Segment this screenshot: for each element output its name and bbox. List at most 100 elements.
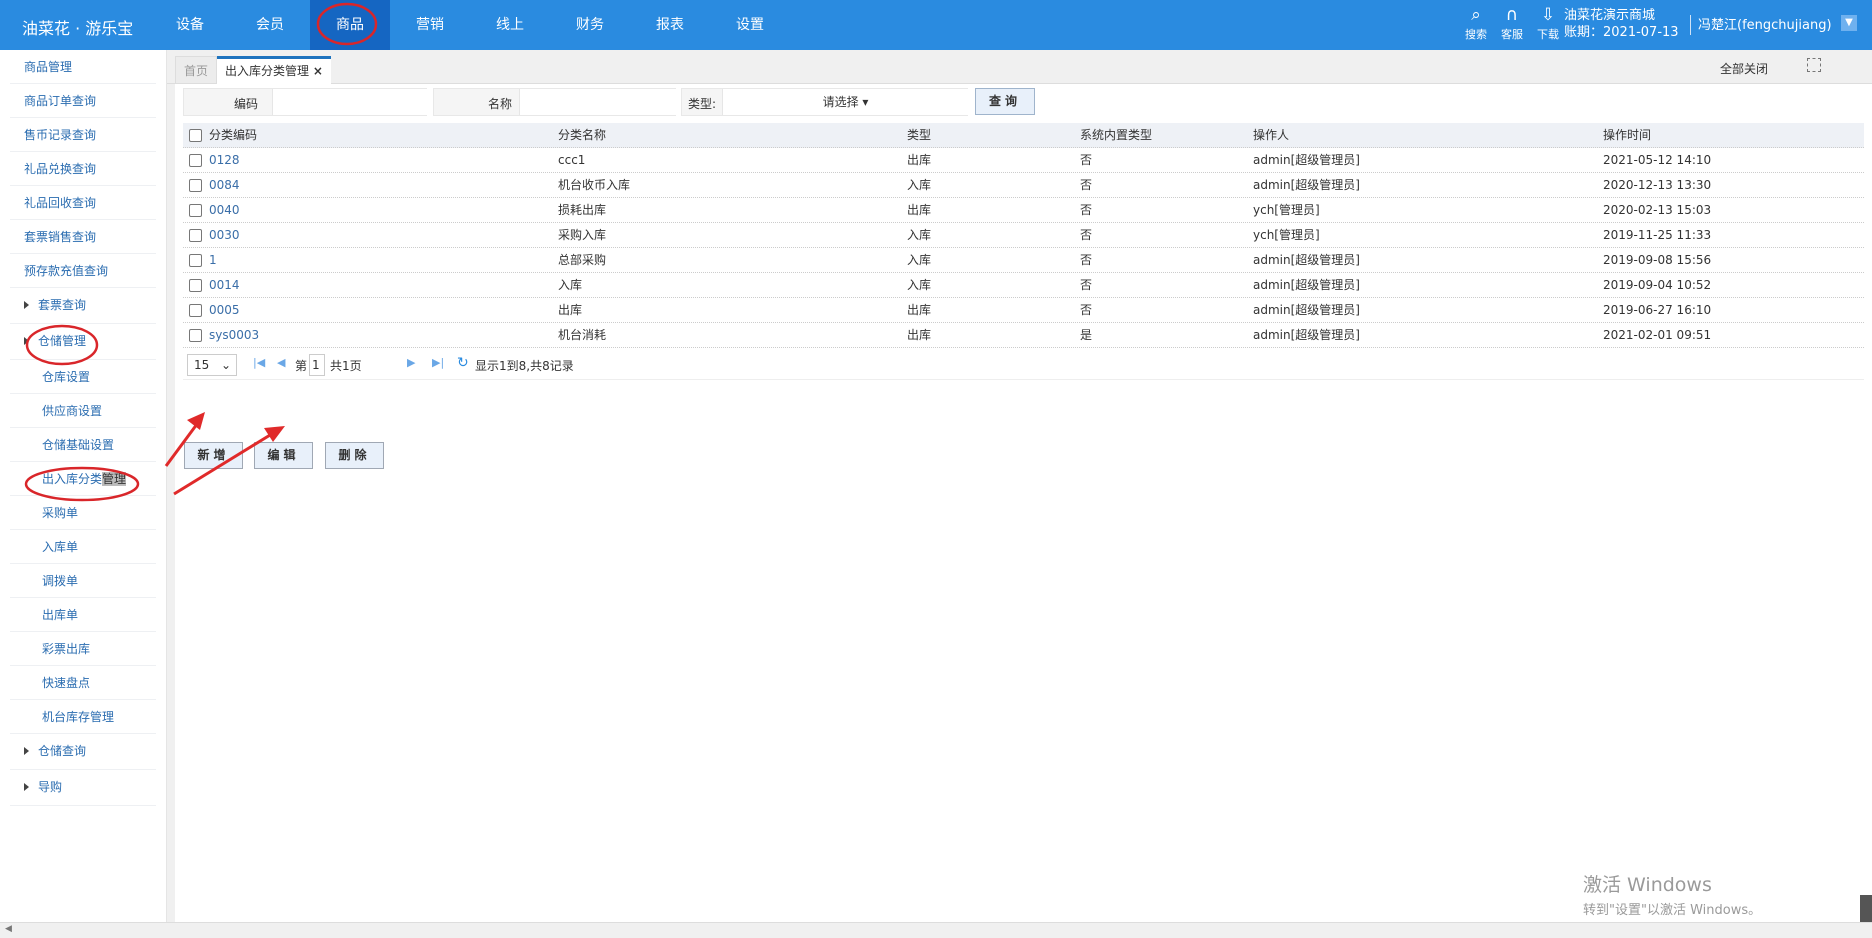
category-table: 分类编码 分类名称 类型 系统内置类型 操作人 操作时间 0128 ccc1 出库否 admin[… [183, 123, 1864, 348]
first-page-icon[interactable]: |◀ [253, 356, 265, 369]
horizontal-scrollbar[interactable]: ◀ [0, 922, 1872, 938]
sidebar-item[interactable]: 导购 [10, 770, 156, 806]
table-cell: 出库 [907, 303, 932, 317]
row-checkbox[interactable] [189, 254, 202, 267]
table-row: 1 总部采购 入库 否 admin[超级管理员] 2019-09-08 15:56 [183, 248, 1864, 273]
sidebar-item[interactable]: 出入库分类管理 [10, 462, 156, 496]
sidebar-item[interactable]: 商品管理 [10, 50, 156, 84]
download-button[interactable]: ⇩ 下载 [1534, 4, 1562, 42]
nav-7[interactable]: 设置 [710, 0, 790, 50]
table-cell: 采购入库 [558, 228, 607, 242]
table-cell: 入库 [558, 278, 583, 292]
nav-3[interactable]: 营销 [390, 0, 470, 50]
table-cell[interactable]: 0005 [209, 298, 240, 323]
name-input[interactable] [519, 89, 676, 115]
divider [1690, 15, 1691, 35]
row-checkbox[interactable] [189, 179, 202, 192]
chevron-down-icon[interactable]: ▼ [1841, 15, 1857, 31]
sidebar-item[interactable]: 机台库存管理 [10, 700, 156, 734]
fullscreen-icon[interactable] [1807, 58, 1821, 72]
sidebar-item[interactable]: 供应商设置 [10, 394, 156, 428]
download-icon: ⇩ [1540, 5, 1556, 25]
nav-2[interactable]: 商品 [310, 0, 390, 50]
close-icon[interactable]: × [313, 64, 323, 78]
page-input[interactable]: 1 [309, 354, 325, 376]
support-button[interactable]: ∩ 客服 [1498, 4, 1526, 42]
table-cell[interactable]: 0040 [209, 198, 240, 223]
code-input[interactable] [272, 89, 427, 115]
table-cell[interactable]: 1 [209, 248, 217, 273]
page-size-select[interactable]: 15 ⌄ [187, 354, 237, 376]
table-cell: admin[超级管理员] [1253, 278, 1360, 292]
add-button[interactable]: 新增 [184, 442, 243, 469]
query-button[interactable]: 查询 [975, 88, 1035, 115]
row-checkbox[interactable] [189, 229, 202, 242]
type-select[interactable]: 请选择 ▾ [722, 89, 968, 115]
tab-current[interactable]: 出入库分类管理 × [217, 56, 331, 84]
sidebar-item[interactable]: 调拨单 [10, 564, 156, 598]
sidebar-item[interactable]: 仓库设置 [10, 360, 156, 394]
nav-1[interactable]: 会员 [230, 0, 310, 50]
sidebar-item[interactable]: 采购单 [10, 496, 156, 530]
nav-6[interactable]: 报表 [630, 0, 710, 50]
next-page-icon[interactable]: ▶ [407, 356, 415, 369]
edit-button[interactable]: 编辑 [254, 442, 313, 469]
table-cell[interactable]: sys0003 [209, 323, 259, 348]
sidebar-item-label: 售币记录查询 [24, 128, 97, 142]
table-cell: 2020-12-13 13:30 [1603, 178, 1712, 192]
tab-home[interactable]: 首页 [175, 56, 218, 84]
prev-page-icon[interactable]: ◀ [277, 356, 285, 369]
delete-button[interactable]: 删除 [325, 442, 384, 469]
sidebar-item-label: 商品管理 [24, 60, 73, 74]
user-name[interactable]: 冯楚江(fengchujiang) [1698, 14, 1832, 33]
table-cell[interactable]: 0084 [209, 173, 240, 198]
content-panel: 编码 名称 类型: 请选择 ▾ 查询 分类编码 分类名称 类型 系统内置类型 操作人 操作时… [175, 84, 1872, 922]
sidebar-item[interactable]: 套票查询 [10, 288, 156, 324]
table-cell[interactable]: 0030 [209, 223, 240, 248]
sidebar-item[interactable]: 仓储基础设置 [10, 428, 156, 462]
sidebar-item[interactable]: 入库单 [10, 530, 156, 564]
table-cell: ych[管理员] [1253, 203, 1320, 217]
vertical-scrollbar[interactable] [1860, 895, 1872, 922]
row-checkbox[interactable] [189, 279, 202, 292]
sidebar-item-label: 调拨单 [42, 574, 79, 588]
row-checkbox[interactable] [189, 154, 202, 167]
table-cell: 否 [1080, 253, 1093, 267]
table-cell: admin[超级管理员] [1253, 178, 1360, 192]
sidebar-item[interactable]: 出库单 [10, 598, 156, 632]
sidebar-item[interactable]: 快速盘点 [10, 666, 156, 700]
row-checkbox[interactable] [189, 304, 202, 317]
sidebar-item[interactable]: 售币记录查询 [10, 118, 156, 152]
sidebar-item[interactable]: 礼品兑换查询 [10, 152, 156, 186]
row-checkbox[interactable] [189, 204, 202, 217]
table-cell[interactable]: 0128 [209, 148, 240, 173]
search-button[interactable]: ⌕ 搜索 [1462, 4, 1490, 42]
sidebar-item[interactable]: 仓储查询 [10, 734, 156, 770]
sidebar-item[interactable]: 仓储管理 [10, 324, 156, 360]
sidebar-item-label: 商品订单查询 [24, 94, 97, 108]
row-checkbox[interactable] [189, 129, 202, 142]
last-page-icon[interactable]: ▶| [432, 356, 444, 369]
name-filter: 名称 [433, 88, 676, 116]
logo: 油菜花 · 游乐宝 [22, 19, 134, 38]
close-all-button[interactable]: 全部关闭 [1720, 60, 1768, 77]
nav-4[interactable]: 线上 [470, 0, 550, 50]
table-cell: 入库 [907, 278, 932, 292]
sidebar-item-label: 彩票出库 [42, 642, 91, 656]
refresh-icon[interactable]: ↻ [457, 355, 469, 371]
table-cell: 2020-02-13 15:03 [1603, 203, 1712, 217]
sidebar-item-label: 仓储管理 [38, 334, 87, 348]
table-cell: 否 [1080, 203, 1093, 217]
sidebar-item[interactable]: 套票销售查询 [10, 220, 156, 254]
table-cell: 2019-09-04 10:52 [1603, 278, 1712, 292]
row-checkbox[interactable] [189, 329, 202, 342]
sidebar-item[interactable]: 礼品回收查询 [10, 186, 156, 220]
sidebar-item[interactable]: 商品订单查询 [10, 84, 156, 118]
table-cell[interactable]: 0014 [209, 273, 240, 298]
nav-5[interactable]: 财务 [550, 0, 630, 50]
table-cell: 是 [1080, 328, 1093, 342]
search-icon: ⌕ [1471, 5, 1481, 25]
sidebar-item[interactable]: 预存款充值查询 [10, 254, 156, 288]
sidebar-item[interactable]: 彩票出库 [10, 632, 156, 666]
nav-0[interactable]: 设备 [150, 0, 230, 50]
